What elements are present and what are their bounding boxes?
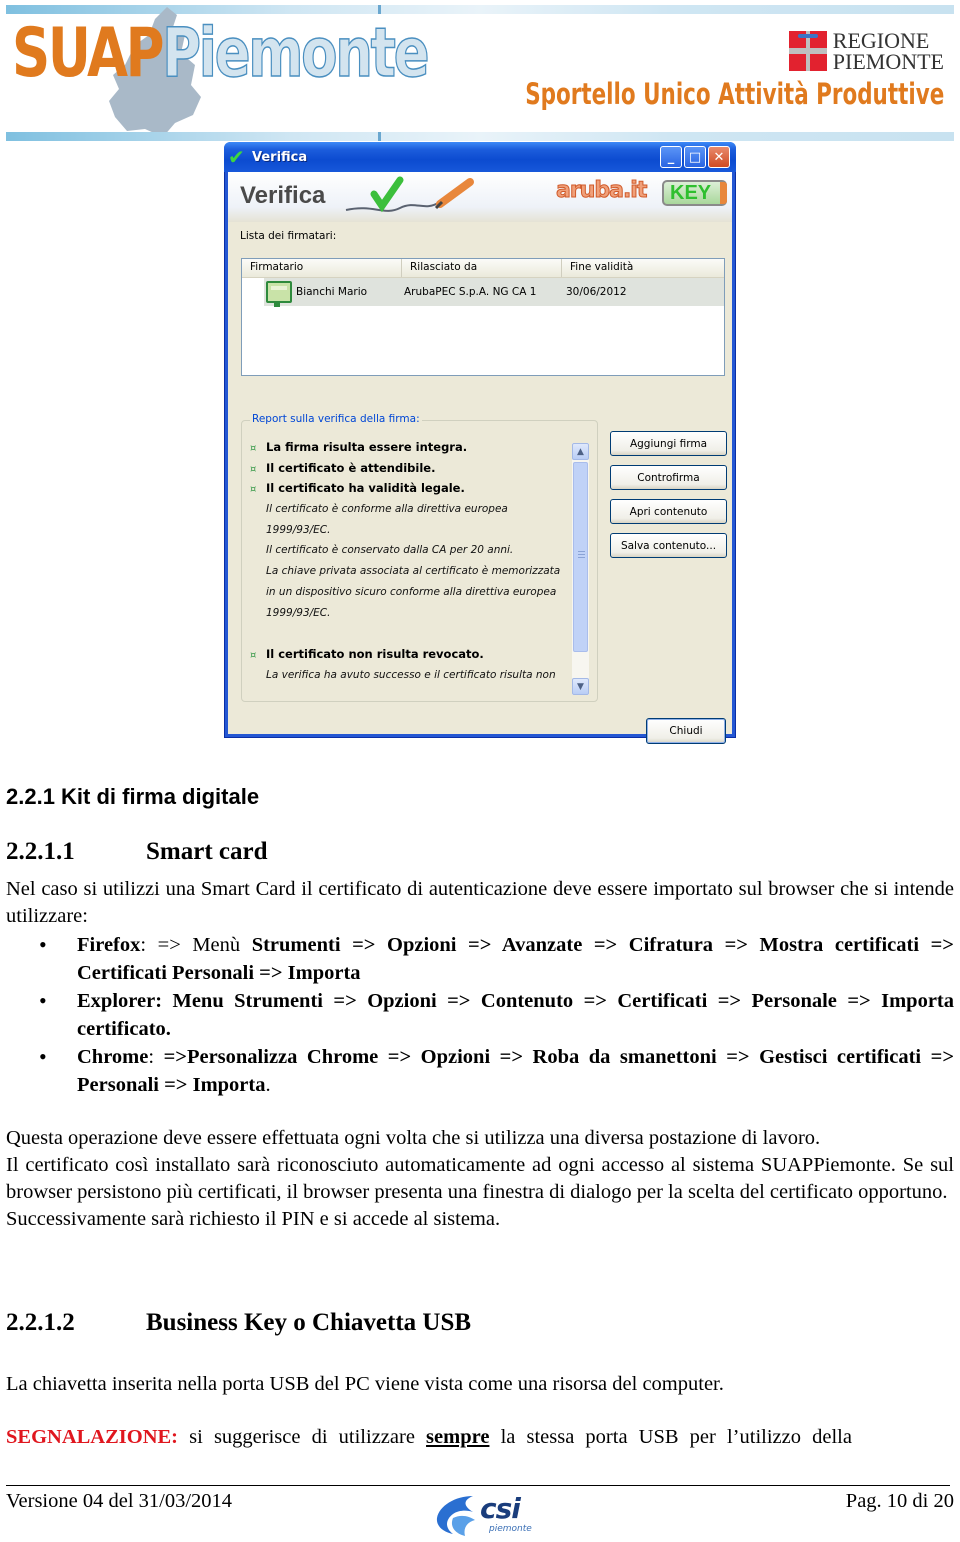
footer-page-number: Pag. 10 di 20	[845, 1490, 954, 1512]
browser-label: Explorer:	[77, 990, 163, 1012]
signer-row[interactable]: Bianchi Mario ArubaPEC S.p.A. NG CA 1 30…	[264, 278, 724, 307]
report-detail-line	[250, 623, 565, 644]
browser-label: Firefox	[77, 934, 141, 956]
report-check-line: ¤ Il certificato è attendibile.	[250, 458, 565, 479]
dialog-window-title: Verifica	[252, 149, 308, 165]
menu-path: =>Personalizza Chrome => Opzioni => Roba…	[77, 1046, 954, 1096]
regione-piemonte-logo: REGIONE PIEMONTE	[788, 28, 944, 74]
list-item-explorer: Explorer: Menu Strumenti => Opzioni => C…	[6, 987, 954, 1043]
signers-table-header: Firmatario Rilasciato da Fine validità	[242, 259, 724, 278]
browser-instructions-list: Firefox: => Menù Strumenti => Opzioni =>…	[6, 931, 954, 1099]
report-check-line: ¤ La firma risulta essere integra.	[250, 437, 565, 458]
report-detail-line: Il certificato è conservato dalla CA per…	[266, 544, 514, 557]
signer-name: Bianchi Mario	[296, 286, 368, 298]
signer-expiry: 30/06/2012	[566, 286, 627, 298]
report-detail-line: 1999/93/EC.	[266, 523, 331, 536]
paragraph-pin: Successivamente sarà richiesto il PIN e …	[6, 1208, 501, 1230]
signers-list-label: Lista dei firmatari:	[240, 230, 337, 242]
header-band-bottom	[6, 132, 954, 141]
open-content-button[interactable]: Apri contenuto	[610, 499, 727, 524]
regione-flag-icon	[788, 31, 827, 71]
signers-listview[interactable]: Firmatario Rilasciato da Fine validità B…	[241, 258, 725, 376]
maximize-icon: □	[688, 149, 702, 165]
report-check-line: ¤ Il certificato ha validità legale.	[250, 478, 565, 499]
signature-pen-icon	[345, 176, 474, 213]
section-heading-business-key: 2.2.1.2 Business Key o Chiavetta USB	[6, 1309, 471, 1337]
check-bullet-icon: ¤	[250, 463, 257, 475]
aruba-key-badge: KEY	[662, 180, 728, 206]
column-header-expiry[interactable]: Fine validità	[562, 259, 724, 277]
maximize-button[interactable]: □	[684, 146, 706, 168]
dialog-header-title: Verifica	[240, 182, 326, 209]
section-title: Smart card	[146, 838, 268, 865]
warning-paragraph: SEGNALAZIONE: si suggerisce di utilizzar…	[6, 1426, 852, 1448]
paragraph-workstation: Questa operazione deve essere effettuata…	[6, 1127, 821, 1149]
smartcard-notes: Questa operazione deve essere effettuata…	[6, 1125, 954, 1233]
save-content-button[interactable]: Salva contenuto...	[610, 533, 727, 558]
signer-issuer: ArubaPEC S.p.A. NG CA 1	[404, 286, 537, 298]
section-number: 2.2.1.2	[6, 1309, 75, 1336]
check-bullet-icon: ¤	[250, 484, 257, 496]
report-check-line: ¤ Il certificato non risulta revocato.	[250, 644, 565, 665]
menu-path: Menu Strumenti => Opzioni => Contenuto =…	[77, 990, 954, 1040]
dialog-client-area: Verifica aruba.it KEY Lista dei firmatar…	[228, 172, 732, 744]
chevron-up-icon: ▲	[577, 446, 584, 457]
aruba-brand-logo: aruba.it	[555, 178, 647, 204]
verifica-dialog: ✔ Verifica _ □ ✕ Verifica aruba.it KEY L…	[224, 142, 736, 744]
page-header-banner: SUAPPiemonte REGIONE PIEMONTE Sportello …	[0, 0, 960, 145]
report-scrollbar[interactable]: ▲ ▼	[572, 443, 589, 695]
minimize-button[interactable]: _	[660, 146, 682, 168]
browser-label: Chrome	[77, 1046, 149, 1068]
section-title: Business Key o Chiavetta USB	[146, 1309, 472, 1336]
scroll-down-button[interactable]: ▼	[572, 678, 589, 695]
dialog-banner: Verifica aruba.it KEY	[228, 172, 732, 222]
close-icon: ✕	[713, 149, 725, 165]
smartcard-intro-paragraph: Nel caso si utilizzi una Smart Card il c…	[6, 878, 954, 927]
list-item-chrome: Chrome: =>Personalizza Chrome => Opzioni…	[6, 1043, 954, 1099]
add-signature-button[interactable]: Aggiungi firma	[610, 431, 727, 456]
countersign-button[interactable]: Controfirma	[610, 465, 727, 490]
header-tagline: Sportello Unico Attività Produttive	[524, 77, 944, 111]
section-heading-smart-card: 2.2.1.1 Smart card	[6, 838, 268, 866]
csi-piemonte-logo: csi piemonte	[433, 1492, 543, 1542]
regione-line2: PIEMONTE	[832, 49, 944, 74]
section-number: 2.2.1.1	[6, 838, 75, 865]
scroll-up-button[interactable]: ▲	[572, 443, 589, 460]
footer-version: Versione 04 del 31/03/2014	[6, 1490, 233, 1512]
report-detail-line: La chiave privata associata al certifica…	[266, 565, 561, 578]
paragraph-auto-recognition: Il certificato così installato sarà rico…	[6, 1154, 954, 1203]
list-item-firefox: Firefox: => Menù Strumenti => Opzioni =>…	[6, 931, 954, 987]
scroll-thumb[interactable]	[573, 462, 588, 652]
close-button[interactable]: Chiudi	[646, 718, 726, 744]
report-detail-line: La verifica ha avuto successo e il certi…	[266, 668, 556, 681]
csi-swirl-icon	[436, 1496, 475, 1536]
column-header-issuer[interactable]: Rilasciato da	[402, 259, 562, 277]
csi-logo-word: csi	[480, 1492, 521, 1525]
check-bullet-icon: ¤	[250, 443, 257, 454]
dialog-titlebar[interactable]: ✔ Verifica _ □ ✕	[224, 142, 736, 172]
grip-icon	[578, 551, 585, 559]
suap-piemonte-logo: SUAPPiemonte	[12, 14, 430, 93]
report-detail-line: Il certificato è conforme alla direttiva…	[266, 503, 508, 516]
report-detail-line: 1999/93/EC.	[266, 606, 331, 619]
certificate-icon	[266, 281, 292, 307]
report-label: Report sulla verifica della firma:	[250, 413, 422, 425]
regione-line1: REGIONE	[832, 28, 930, 53]
verification-report-text[interactable]: ¤ La firma risulta essere integra. ¤ Il cer…	[250, 437, 565, 685]
usb-paragraph: La chiavetta inserita nella porta USB de…	[6, 1373, 724, 1395]
emphasis-sempre: sempre	[426, 1426, 490, 1448]
warning-label: SEGNALAZIONE:	[6, 1426, 179, 1448]
check-bullet-icon: ¤	[250, 649, 257, 661]
section-heading-kit-firma: 2.2.1 Kit di firma digitale	[6, 784, 260, 809]
checkmark-app-icon: ✔	[228, 145, 245, 169]
verification-report-group: Report sulla verifica della firma: ¤ La f…	[241, 413, 598, 702]
footer-divider	[6, 1485, 950, 1486]
minimize-icon: _	[667, 149, 675, 165]
chevron-down-icon: ▼	[577, 681, 584, 692]
column-header-signer[interactable]: Firmatario	[242, 259, 402, 277]
dialog-action-buttons: Aggiungi firma Controfirma Apri contenut…	[610, 431, 727, 558]
csi-logo-sub: piemonte	[489, 1524, 532, 1534]
close-window-button[interactable]: ✕	[708, 146, 730, 168]
report-detail-line: in un dispositivo sicuro conforme alla d…	[266, 585, 557, 598]
